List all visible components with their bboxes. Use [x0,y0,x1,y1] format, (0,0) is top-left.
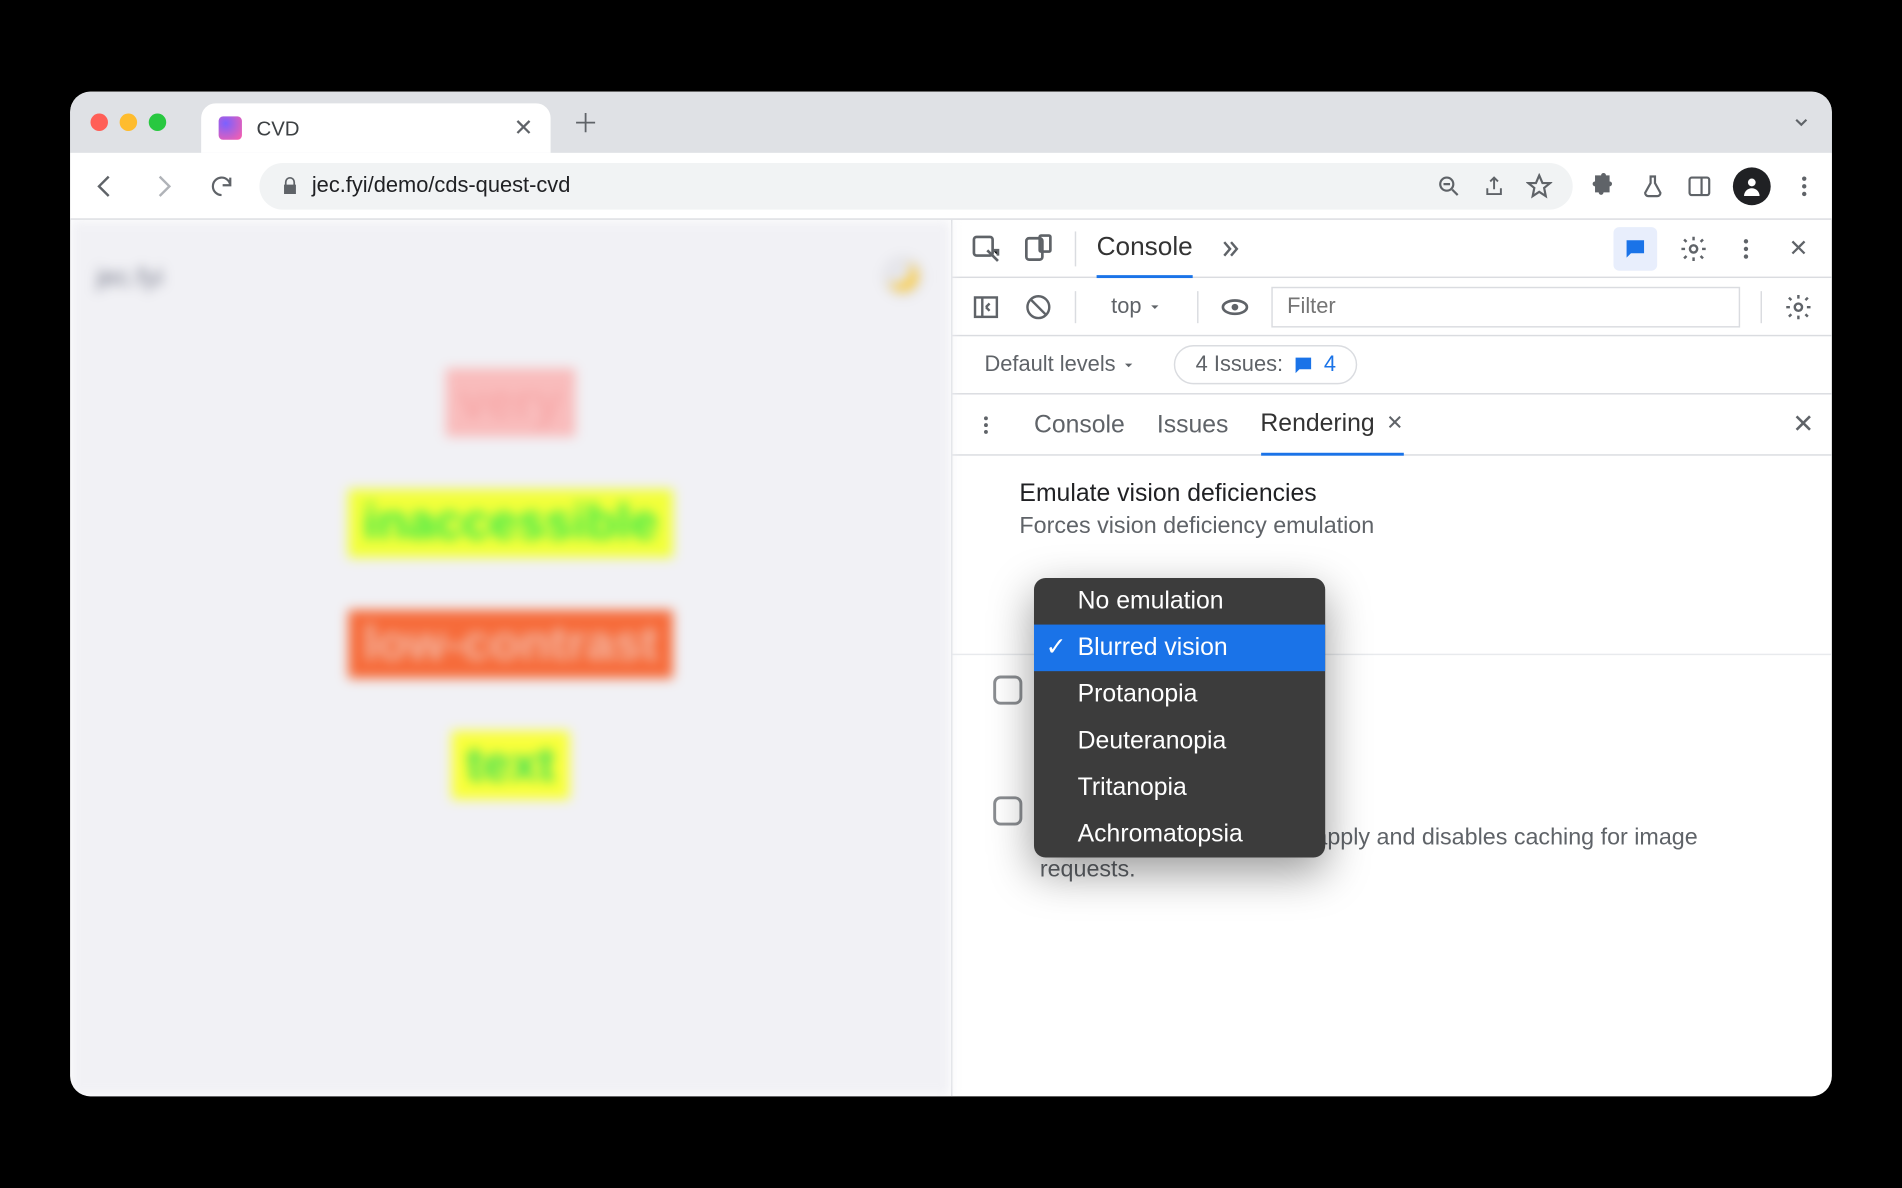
menu-button[interactable] [1791,172,1817,198]
tab-title: CVD [256,116,299,139]
address-bar[interactable]: jec.fyi/demo/cds-quest-cvd [259,162,1572,209]
extensions-icon[interactable] [1590,171,1619,200]
close-drawer-button[interactable]: ✕ [1792,409,1814,440]
context-selector[interactable]: top [1097,288,1177,324]
vision-title: Emulate vision deficiencies [1019,479,1794,508]
close-rendering-button[interactable]: ✕ [1386,411,1403,436]
console-tab[interactable]: Console [1097,220,1193,278]
clear-console-icon[interactable] [1022,290,1054,322]
back-button[interactable] [85,165,126,206]
page-brand: jec.fyi [96,261,163,292]
minimize-window-button[interactable] [120,114,137,131]
reload-button[interactable] [201,165,242,206]
more-tabs-icon[interactable] [1213,232,1245,264]
favicon-icon [219,116,242,139]
inspect-icon[interactable] [970,232,1002,264]
word-low-contrast: low-contrast [349,610,672,678]
drawer-tab-issues[interactable]: Issues [1157,410,1229,439]
bookmark-icon[interactable] [1526,172,1552,198]
zoom-icon[interactable] [1436,172,1462,198]
content-split: jec.fyi 🌙 very inaccessible low-contrast… [70,220,1832,1097]
window-controls [91,114,167,131]
vision-subtitle: Forces vision deficiency emulation [1019,514,1794,540]
issues-pill[interactable]: 4 Issues: 4 [1174,345,1358,384]
dropdown-tritanopia[interactable]: Tritanopia [1034,764,1325,811]
toolbar: jec.fyi/demo/cds-quest-cvd [70,153,1832,220]
console-tab-label: Console [1097,231,1193,262]
rendering-body: Emulate vision deficiencies Forces visio… [952,456,1831,1097]
device-toggle-icon[interactable] [1022,232,1054,264]
context-label: top [1111,294,1141,319]
close-window-button[interactable] [91,114,108,131]
toggle-sidebar-icon[interactable] [970,290,1002,322]
word-inaccessible: inaccessible [349,489,673,557]
page-header: jec.fyi 🌙 [96,255,924,299]
console-toolbar: top [952,278,1831,336]
dropdown-blurred-vision[interactable]: Blurred vision [1034,625,1325,672]
drawer-tab-console[interactable]: Console [1034,410,1125,439]
browser-tab[interactable]: CVD ✕ [201,103,550,153]
dropdown-deuteranopia[interactable]: Deuteranopia [1034,718,1325,765]
close-devtools-button[interactable]: ✕ [1782,232,1814,264]
devtools-panel: Console ✕ [951,220,1832,1097]
omnibox-actions [1436,172,1552,198]
devtools-top-bar: Console ✕ [952,220,1831,278]
dropdown-achromatopsia[interactable]: Achromatopsia [1034,811,1325,858]
avif-checkbox[interactable] [993,676,1022,705]
kebab-icon[interactable] [1730,232,1762,264]
browser-window: CVD ✕ ＋ jec.fyi/demo/cds-quest-cvd [70,92,1832,1097]
toolbar-right [1590,167,1817,205]
issues-count: 4 [1324,352,1336,377]
side-panel-icon[interactable] [1686,172,1712,198]
word-very: very [445,368,576,436]
profile-button[interactable] [1733,167,1771,205]
vision-dropdown: No emulation Blurred vision Protanopia D… [1034,578,1325,858]
dropdown-no-emulation[interactable]: No emulation [1034,578,1325,625]
titlebar: CVD ✕ ＋ [70,92,1832,153]
page-words: very inaccessible low-contrast text [96,368,924,799]
log-levels-selector[interactable]: Default levels [970,346,1151,382]
filter-input[interactable] [1271,286,1740,327]
url-text: jec.fyi/demo/cds-quest-cvd [312,173,1424,198]
tabs-dropdown-button[interactable] [1791,112,1811,132]
dropdown-protanopia[interactable]: Protanopia [1034,671,1325,718]
settings-icon[interactable] [1678,232,1710,264]
issues-chip-icon[interactable] [1613,226,1657,270]
issues-label: 4 Issues: [1196,352,1283,377]
word-text: text [452,731,569,799]
lock-icon [280,175,300,195]
webp-checkbox[interactable] [993,796,1022,825]
drawer-kebab-icon[interactable] [970,408,1002,440]
drawer-tab-rendering[interactable]: Rendering ✕ [1260,394,1403,455]
forward-button[interactable] [143,165,184,206]
close-tab-button[interactable]: ✕ [514,114,534,143]
live-expression-icon[interactable] [1219,290,1251,322]
drawer-tabs: Console Issues Rendering ✕ ✕ [952,395,1831,456]
page-viewport: jec.fyi 🌙 very inaccessible low-contrast… [70,220,951,1097]
maximize-window-button[interactable] [149,114,166,131]
console-settings-icon[interactable] [1782,290,1814,322]
share-icon[interactable] [1482,174,1505,197]
console-filter-bar: Default levels 4 Issues: 4 [952,336,1831,394]
theme-toggle-button[interactable]: 🌙 [881,255,925,299]
log-levels-label: Default levels [984,352,1115,377]
new-tab-button[interactable]: ＋ [565,102,606,143]
labs-icon[interactable] [1640,172,1666,198]
drawer-tab-rendering-label: Rendering [1260,408,1374,437]
